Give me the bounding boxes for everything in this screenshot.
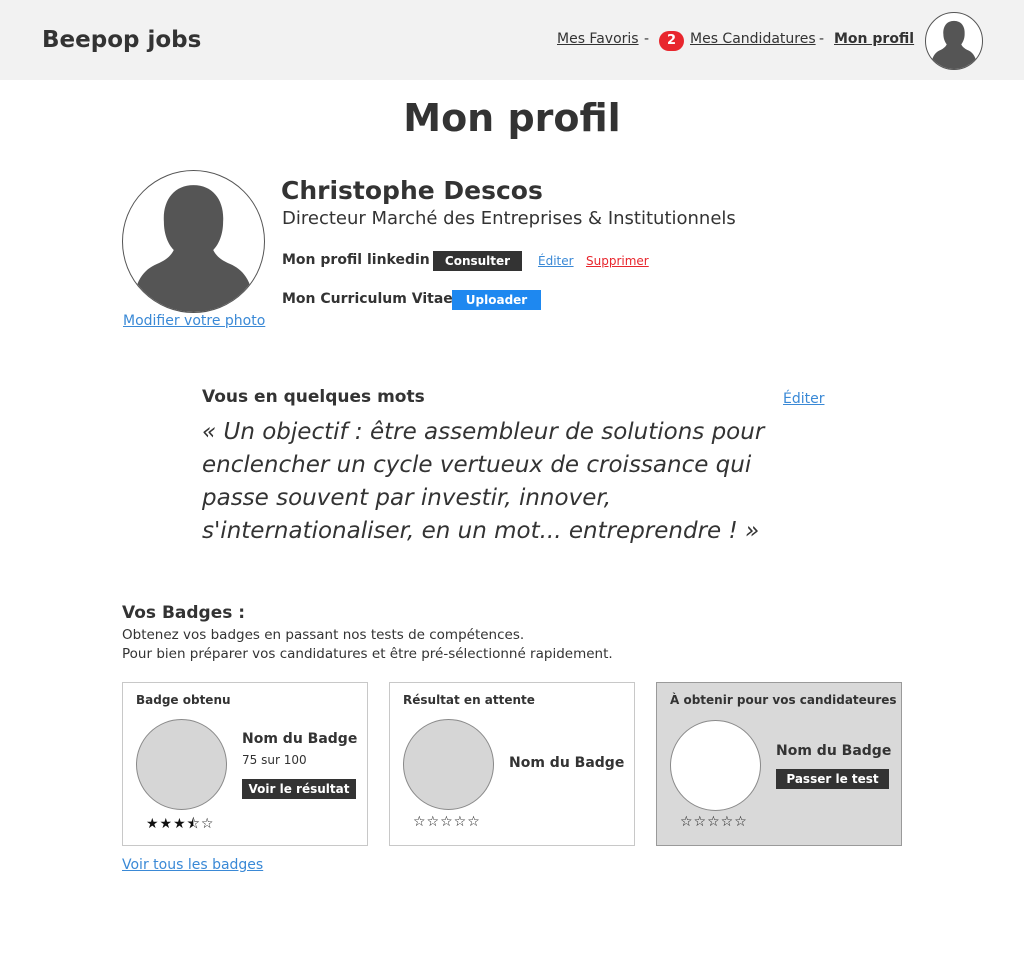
badges-description-line: Obtenez vos badges en passant nos tests … xyxy=(122,627,525,643)
linkedin-edit-link[interactable]: Éditer xyxy=(538,254,574,268)
change-photo-link[interactable]: Modifier votre photo xyxy=(123,313,265,329)
view-result-button[interactable]: Voir le résultat xyxy=(242,779,356,799)
badge-card-status: Résultat en attente xyxy=(403,693,535,707)
badges-heading: Vos Badges : xyxy=(122,603,246,623)
header-avatar[interactable] xyxy=(925,12,983,70)
linkedin-delete-link[interactable]: Supprimer xyxy=(586,254,649,268)
badge-image xyxy=(670,720,761,811)
nav-separator: - xyxy=(819,31,825,47)
star-rating: ☆☆☆☆☆ xyxy=(413,814,481,830)
about-quote: « Un objectif : être assembleur de solut… xyxy=(202,419,765,544)
profile-job-title: Directeur Marché des Entreprises & Insti… xyxy=(282,208,736,229)
badge-card-obtained: Badge obtenu Nom du Badge 75 sur 100 Voi… xyxy=(122,682,368,846)
user-silhouette-icon xyxy=(131,185,256,312)
badge-card-pending: Résultat en attente Nom du Badge ☆☆☆☆☆ xyxy=(389,682,635,846)
badge-card-to-obtain: À obtenir pour vos candidateures Nom du … xyxy=(656,682,902,846)
badge-image xyxy=(136,719,227,810)
top-header: Beepop jobs Mes Favoris - 2 Mes Candidat… xyxy=(0,0,1024,80)
about-edit-link[interactable]: Éditer xyxy=(783,391,824,407)
badge-name: Nom du Badge xyxy=(242,731,358,747)
cv-upload-button[interactable]: Uploader xyxy=(452,290,541,310)
nav-separator: - xyxy=(644,31,650,47)
star-rating: ☆☆☆☆☆ xyxy=(680,814,748,830)
badge-name: Nom du Badge xyxy=(776,743,892,759)
badges-description-line: Pour bien préparer vos candidatures et ê… xyxy=(122,646,613,662)
nav-favorites-link[interactable]: Mes Favoris xyxy=(557,31,639,47)
badge-image xyxy=(403,719,494,810)
page-title: Mon profil xyxy=(403,96,621,140)
profile-name: Christophe Descos xyxy=(281,176,543,205)
brand-logo[interactable]: Beepop jobs xyxy=(42,27,201,53)
about-heading: Vous en quelques mots xyxy=(202,387,425,407)
star-rating: ★★★⯪☆ xyxy=(146,816,215,832)
badge-name: Nom du Badge xyxy=(509,755,625,771)
take-test-button[interactable]: Passer le test xyxy=(776,769,889,789)
nav-applications-link[interactable]: Mes Candidatures xyxy=(690,31,816,47)
badge-card-status: À obtenir pour vos candidateures xyxy=(670,693,897,707)
see-all-badges-link[interactable]: Voir tous les badges xyxy=(122,857,263,873)
profile-photo xyxy=(122,170,265,313)
user-silhouette-icon xyxy=(930,20,978,69)
linkedin-view-button[interactable]: Consulter xyxy=(433,251,522,271)
nav-profile-link[interactable]: Mon profil xyxy=(834,31,914,47)
badge-score: 75 sur 100 xyxy=(242,753,307,767)
cv-label: Mon Curriculum Vitae : xyxy=(282,291,464,307)
badge-card-status: Badge obtenu xyxy=(136,693,231,707)
linkedin-label: Mon profil linkedin : xyxy=(282,252,441,268)
applications-count-badge: 2 xyxy=(659,31,684,51)
